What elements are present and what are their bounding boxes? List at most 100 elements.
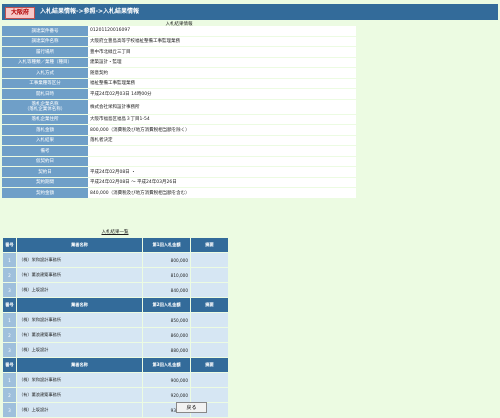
bid-row: 1 （株）栄和設計事務所 800,000: [2, 252, 229, 268]
back-button[interactable]: 戻る: [176, 402, 207, 413]
info-value: 大阪府立豊島高等学校福祉整備工事監理業務: [88, 36, 356, 47]
bid-number: 3: [2, 402, 17, 418]
info-label: 備考: [2, 145, 88, 157]
info-label-text: 契約金額: [36, 190, 54, 196]
info-value: 落札者決定: [88, 135, 356, 146]
info-label: 契約日: [2, 166, 88, 178]
bid-column-header: 摘要: [190, 297, 229, 313]
bid-row: 1 （株）栄和設計事務所 900,000: [2, 372, 229, 388]
bid-row: 3 （株）上坂設計 840,000: [2, 282, 229, 298]
info-label-text: 入札結果: [36, 138, 54, 144]
bidder-name: （株）上坂設計: [16, 342, 143, 358]
info-label-text: 入札等種類／業種（種目）: [18, 60, 72, 66]
info-label-text: 備考: [40, 148, 50, 154]
bidder-name: （株）上坂設計: [16, 282, 143, 298]
bid-amount: 900,000: [142, 372, 191, 388]
info-label-text: 調達案件番号: [31, 28, 59, 34]
info-value: 800,000（消費税及び地方消費税相当額を除く）: [88, 124, 356, 136]
info-label: 落札金額: [2, 124, 88, 136]
bidder-name: （有）薫浪建築事務所: [16, 327, 143, 343]
info-value: 01201120016097: [88, 26, 356, 37]
info-row: 開札日時 平成24年02月03日 14時00分: [2, 88, 356, 100]
info-label-text: 契約期間: [36, 180, 54, 186]
breadcrumb: 入札結果情報->参照->入札結果情報: [40, 8, 140, 15]
bid-note: [190, 312, 229, 328]
bid-number: 3: [2, 342, 17, 358]
info-label: 入札結果: [2, 135, 88, 146]
info-row: 落札金額 800,000（消費税及び地方消費税相当額を除く）: [2, 124, 356, 136]
bid-column-header: 摘要: [190, 237, 229, 253]
bid-amount: 920,000: [142, 387, 191, 403]
bid-amount: 850,000: [142, 312, 191, 328]
bid-column-header: 番号: [2, 357, 17, 373]
info-label-text: 契約日: [38, 169, 52, 175]
info-row: 備考: [2, 145, 356, 157]
info-row: 契約日 平成24年02月08日 ・: [2, 166, 356, 178]
bid-column-header: 業者名称: [16, 357, 143, 373]
bid-note: [190, 387, 229, 403]
bid-number: 1: [2, 312, 17, 328]
info-value: 平成24年02月08日 ～ 平成24年03月26日: [88, 177, 356, 188]
bidder-name: （有）薫浪建築事務所: [16, 387, 143, 403]
info-label: 契約金額: [2, 187, 88, 199]
bid-amount: 860,000: [142, 327, 191, 343]
bidder-name: （株）栄和設計事務所: [16, 372, 143, 388]
info-label: 履行場所: [2, 46, 88, 58]
bid-amount: 840,000: [142, 282, 191, 298]
bid-column-header: 摘要: [190, 357, 229, 373]
info-row: 入札結果 落札者決定: [2, 135, 356, 146]
bid-note: [190, 282, 229, 298]
bid-number: 1: [2, 372, 17, 388]
info-value: 豊中市北緑丘三丁目: [88, 46, 356, 58]
info-label-text: 入札方式: [36, 70, 54, 76]
bid-column-header: 業者名称: [16, 297, 143, 313]
info-value: 株式会社栄和設計事務所: [88, 99, 356, 115]
bid-number: 2: [2, 327, 17, 343]
bid-header-row: 番号 業者名称 第1回入札金額 摘要: [2, 237, 229, 253]
bid-number: 2: [2, 267, 17, 283]
info-label: 工事業種等区分: [2, 78, 88, 89]
bid-row: 2 （有）薫浪建築事務所 920,000: [2, 387, 229, 403]
bid-amount: 880,000: [142, 342, 191, 358]
info-row: 調達案件名称 大阪府立豊島高等学校福祉整備工事監理業務: [2, 36, 356, 47]
bid-note: [190, 252, 229, 268]
info-label: 調達案件名称: [2, 36, 88, 47]
info-label-text: 仮契約日: [36, 159, 54, 165]
info-label-text: 履行場所: [36, 49, 54, 55]
bid-note: [190, 372, 229, 388]
info-value: 随意契約: [88, 67, 356, 79]
bid-result-info-table: 調達案件番号 01201120016097 調達案件名称 大阪府立豊島高等学校福祉整備…: [2, 26, 356, 199]
bidder-name: （株）上坂設計: [16, 402, 143, 418]
bid-row: 1 （株）栄和設計事務所 850,000: [2, 312, 229, 328]
info-value: 建築設計・監理: [88, 57, 356, 68]
bid-column-header: 第3回入札金額: [142, 357, 191, 373]
bid-header-row: 番号 業者名称 第3回入札金額 摘要: [2, 357, 229, 373]
info-row: 落札企業住所 大阪市福島区福島３丁目1-54: [2, 114, 356, 125]
info-label: 開札日時: [2, 88, 88, 100]
bid-number: 1: [2, 252, 17, 268]
bid-column-header: 番号: [2, 237, 17, 253]
info-row: 契約期間 平成24年02月08日 ～ 平成24年03月26日: [2, 177, 356, 188]
bidder-name: （有）薫浪建築事務所: [16, 267, 143, 283]
info-label: 落札企業住所: [2, 114, 88, 125]
info-row: 契約金額 840,000（消費税及び地方消費税相当額を含む）: [2, 187, 356, 199]
bid-note: [190, 267, 229, 283]
info-label: 契約期間: [2, 177, 88, 188]
info-label: 調達案件番号: [2, 26, 88, 37]
info-label-text: 工事業種等区分: [29, 81, 61, 87]
bid-column-header: 番号: [2, 297, 17, 313]
info-label-text: 調達案件名称: [31, 39, 59, 45]
bid-results-table: 番号 業者名称 第1回入札金額 摘要 1 （株）栄和設計事務所 800,000 2 （有）薫浪建…: [2, 237, 229, 418]
info-value: 大阪市福島区福島３丁目1-54: [88, 114, 356, 125]
bid-number: 3: [2, 282, 17, 298]
info-value: [88, 145, 356, 157]
info-row: 落札企業名称 （落札企業体名称） 株式会社栄和設計事務所: [2, 99, 356, 115]
bid-amount: 810,000: [142, 267, 191, 283]
info-row: 工事業種等区分 福祉整備工事監理業務: [2, 78, 356, 89]
info-label-text: 落札金額: [36, 127, 54, 133]
header-bar: 大阪府 入札結果情報->参照->入札結果情報: [2, 4, 498, 20]
bid-column-header: 業者名称: [16, 237, 143, 253]
info-label: 入札方式: [2, 67, 88, 79]
prefecture-badge: 大阪府: [5, 7, 35, 19]
info-row: 入札方式 随意契約: [2, 67, 356, 79]
